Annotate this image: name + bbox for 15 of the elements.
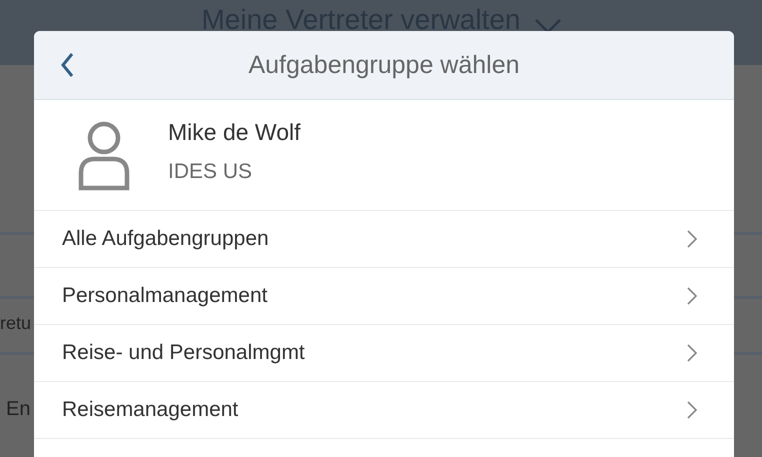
chevron-right-icon [686,287,698,305]
background-text: En [6,398,30,421]
list-item[interactable]: Reisemanagement [34,382,734,439]
list-item[interactable]: Alle Aufgabengruppen [34,211,734,268]
chevron-down-icon [534,18,561,34]
dialog-title: Aufgabengruppe wählen [248,50,520,80]
list-item[interactable]: Reise- und Personalmgmt [34,325,734,382]
user-company: IDES US [168,160,254,184]
person-icon [76,121,132,191]
chevron-right-icon [686,230,698,248]
background-text: retu [0,313,32,334]
user-name: Mike de Wolf [168,119,301,146]
list-item[interactable]: Personalmanagement [34,268,734,325]
chevron-right-icon [686,344,698,362]
chevron-right-icon [686,401,698,419]
